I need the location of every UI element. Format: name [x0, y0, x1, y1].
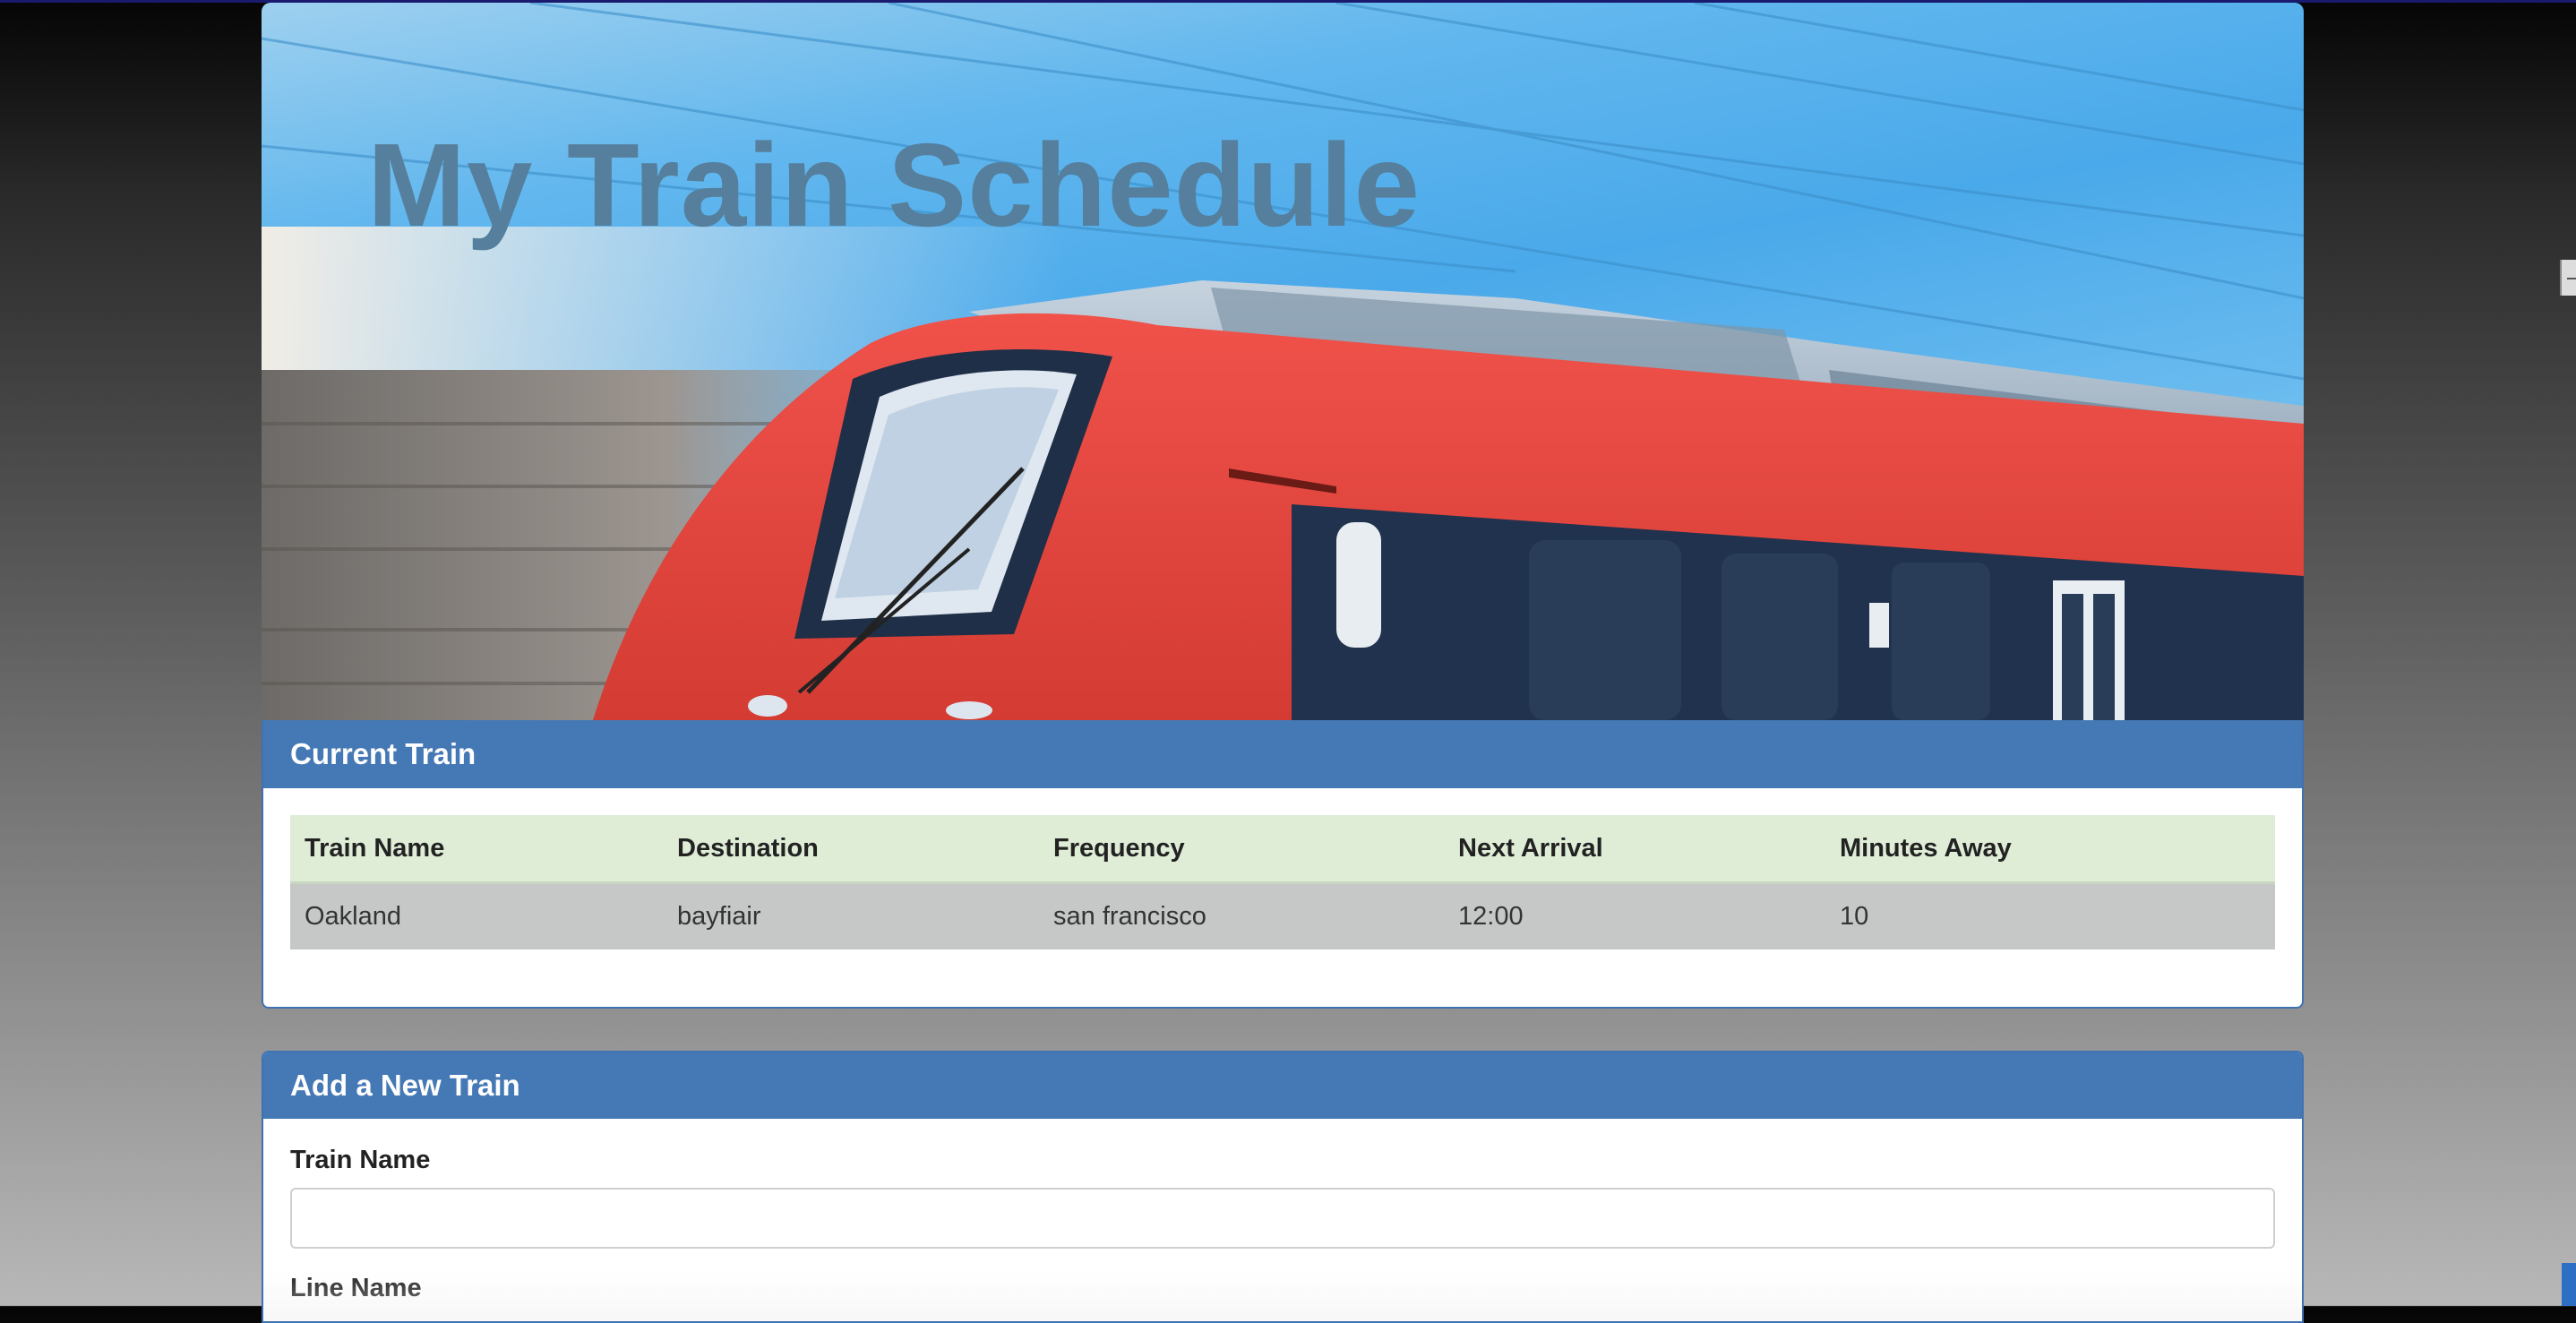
- cell-minutes-away: 10: [1840, 902, 1869, 931]
- scrollbar-mark: [2567, 278, 2576, 279]
- schedule-table-body: Oakland bayfiair san francisco 12:00 10: [290, 882, 2275, 949]
- col-destination: Destination: [663, 815, 1039, 884]
- col-next-arrival: Next Arrival: [1444, 815, 1825, 884]
- add-train-form: Train Name Line Name: [263, 1119, 2302, 1321]
- hero-banner: My Train Schedule: [262, 3, 2304, 720]
- add-train-heading: Add a New Train: [263, 1052, 2302, 1119]
- main-container: My Train Schedule Current Train Train Na…: [262, 3, 2304, 1323]
- page-title: My Train Schedule: [367, 119, 1421, 251]
- schedule-table-head: Train Name Destination Frequency Next Ar…: [290, 815, 2275, 884]
- col-minutes-away: Minutes Away: [1825, 815, 2275, 884]
- schedule-table-wrap: Train Name Destination Frequency Next Ar…: [263, 788, 2302, 949]
- line-name-label: Line Name: [290, 1274, 422, 1302]
- cell-next-arrival: 12:00: [1458, 902, 1524, 931]
- add-train-panel: Add a New Train Train Name Line Name: [262, 1051, 2304, 1323]
- table-row: Oakland bayfiair san francisco 12:00 10: [290, 882, 2275, 949]
- cell-destination: bayfiair: [677, 902, 761, 931]
- col-frequency: Frequency: [1039, 815, 1444, 884]
- train-name-label: Train Name: [290, 1146, 431, 1174]
- col-train-name: Train Name: [290, 815, 663, 884]
- table-header-row: Train Name Destination Frequency Next Ar…: [290, 815, 2275, 884]
- train-name-input[interactable]: [290, 1188, 2275, 1249]
- current-train-panel: Current Train Train Name Destination Fre…: [262, 720, 2304, 1009]
- corner-indicator: [2562, 1263, 2576, 1306]
- schedule-table: Train Name Destination Frequency Next Ar…: [290, 815, 2275, 949]
- train-image: [262, 3, 2304, 720]
- current-train-heading: Current Train: [263, 720, 2302, 788]
- cell-train-name: Oakland: [305, 902, 402, 931]
- cell-frequency: san francisco: [1053, 902, 1206, 931]
